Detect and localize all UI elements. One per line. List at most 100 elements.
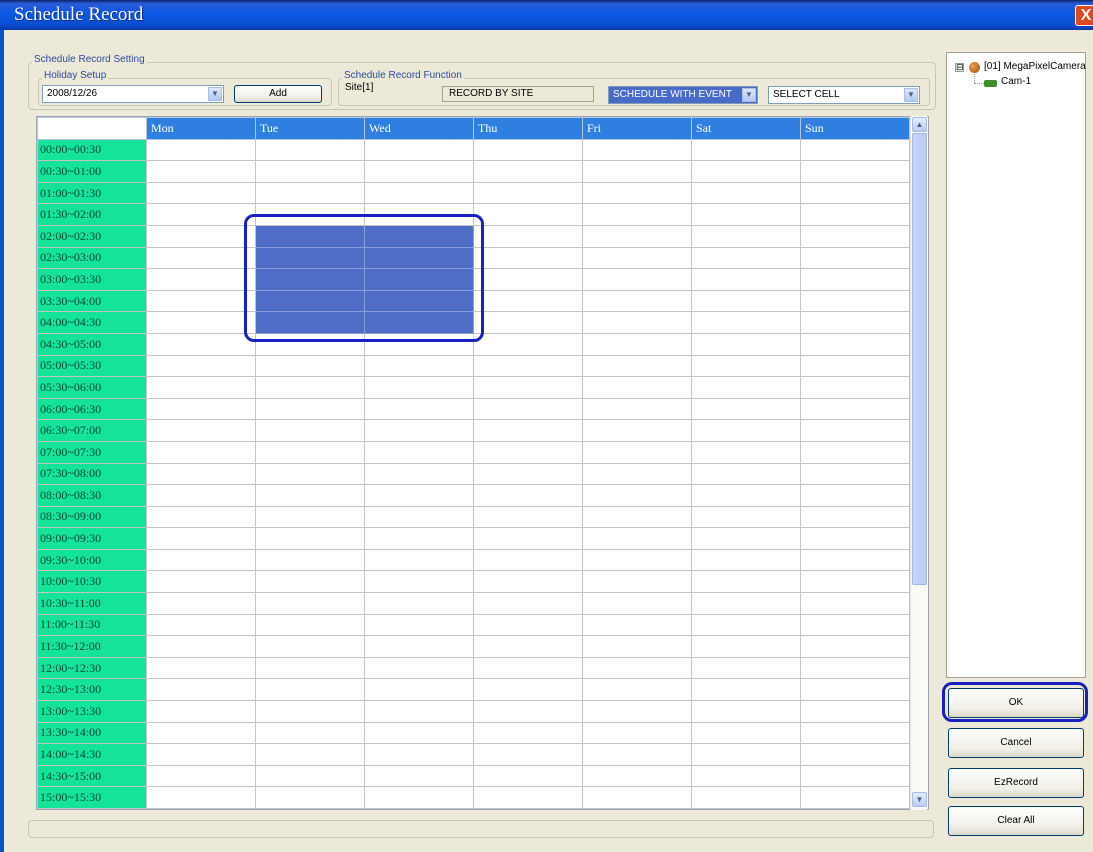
schedule-cell[interactable] bbox=[473, 376, 583, 399]
schedule-cell[interactable] bbox=[582, 786, 692, 809]
schedule-cell[interactable] bbox=[691, 764, 801, 788]
schedule-cell[interactable] bbox=[473, 440, 583, 464]
schedule-cell[interactable] bbox=[146, 570, 256, 594]
grid-vertical-scrollbar[interactable]: ▲ ▼ bbox=[910, 116, 927, 810]
schedule-mode-select[interactable]: SCHEDULE WITH EVENT ▼ bbox=[608, 86, 758, 104]
schedule-cell[interactable] bbox=[691, 397, 801, 421]
schedule-cell[interactable] bbox=[364, 613, 474, 637]
time-slot-label[interactable]: 08:30~09:00 bbox=[37, 505, 147, 529]
schedule-cell[interactable] bbox=[255, 764, 365, 788]
schedule-cell[interactable] bbox=[800, 570, 910, 594]
schedule-cell[interactable] bbox=[364, 656, 474, 680]
time-slot-label[interactable]: 10:30~11:00 bbox=[37, 592, 147, 615]
schedule-cell[interactable] bbox=[800, 440, 910, 464]
schedule-cell[interactable] bbox=[146, 613, 256, 637]
schedule-cell[interactable] bbox=[364, 462, 474, 486]
time-slot-label[interactable]: 13:00~13:30 bbox=[37, 700, 147, 723]
holiday-date-select[interactable]: 2008/12/26 ▼ bbox=[42, 85, 224, 103]
schedule-cell[interactable] bbox=[146, 462, 256, 486]
schedule-cell[interactable] bbox=[146, 332, 256, 356]
time-slot-label[interactable]: 12:30~13:00 bbox=[37, 678, 147, 702]
schedule-cell[interactable] bbox=[146, 246, 256, 270]
schedule-cell[interactable] bbox=[582, 592, 692, 615]
schedule-cell[interactable] bbox=[473, 268, 583, 291]
schedule-cell[interactable] bbox=[582, 138, 692, 162]
time-slot-label[interactable]: 01:30~02:00 bbox=[37, 203, 147, 226]
schedule-cell[interactable] bbox=[146, 160, 256, 183]
schedule-cell[interactable] bbox=[582, 203, 692, 226]
schedule-cell[interactable] bbox=[691, 224, 801, 248]
schedule-cell[interactable] bbox=[691, 505, 801, 529]
schedule-cell[interactable] bbox=[800, 224, 910, 248]
schedule-cell[interactable] bbox=[255, 786, 365, 809]
schedule-cell[interactable] bbox=[800, 311, 910, 334]
schedule-cell[interactable] bbox=[146, 592, 256, 615]
schedule-cell[interactable] bbox=[473, 311, 583, 334]
schedule-cell[interactable] bbox=[800, 203, 910, 226]
schedule-cell[interactable] bbox=[255, 700, 365, 723]
schedule-cell[interactable] bbox=[582, 224, 692, 248]
schedule-cell[interactable] bbox=[800, 764, 910, 788]
schedule-cell[interactable] bbox=[255, 138, 365, 162]
schedule-cell[interactable] bbox=[473, 527, 583, 550]
schedule-cell[interactable] bbox=[473, 635, 583, 658]
schedule-cell[interactable] bbox=[800, 289, 910, 313]
schedule-cell[interactable] bbox=[364, 764, 474, 788]
schedule-cell[interactable] bbox=[582, 181, 692, 205]
schedule-cell[interactable] bbox=[364, 678, 474, 702]
schedule-cell[interactable] bbox=[582, 527, 692, 550]
day-header-mon[interactable]: Mon bbox=[146, 117, 256, 140]
schedule-cell[interactable] bbox=[691, 440, 801, 464]
schedule-cell[interactable] bbox=[255, 440, 365, 464]
schedule-cell[interactable] bbox=[800, 613, 910, 637]
schedule-cell[interactable] bbox=[146, 721, 256, 745]
schedule-cell[interactable] bbox=[146, 224, 256, 248]
schedule-cell[interactable] bbox=[473, 570, 583, 594]
schedule-cell[interactable] bbox=[582, 354, 692, 378]
chevron-down-icon[interactable]: ▼ bbox=[742, 88, 756, 102]
schedule-cell[interactable] bbox=[691, 354, 801, 378]
schedule-cell[interactable] bbox=[800, 548, 910, 572]
schedule-cell[interactable] bbox=[800, 700, 910, 723]
time-slot-label[interactable]: 09:00~09:30 bbox=[37, 527, 147, 550]
schedule-cell[interactable] bbox=[146, 527, 256, 550]
schedule-cell[interactable] bbox=[800, 268, 910, 291]
schedule-cell[interactable] bbox=[255, 376, 365, 399]
camera-tree[interactable]: ⊟ [01] MegaPixelCamera Cam-1 bbox=[946, 52, 1086, 678]
day-header-wed[interactable]: Wed bbox=[364, 117, 474, 140]
time-slot-label[interactable]: 04:30~05:00 bbox=[37, 332, 147, 356]
scroll-up-button[interactable]: ▲ bbox=[912, 117, 927, 132]
schedule-cell[interactable] bbox=[364, 440, 474, 464]
schedule-cell[interactable] bbox=[800, 656, 910, 680]
schedule-cell[interactable] bbox=[146, 786, 256, 809]
schedule-cell[interactable] bbox=[255, 635, 365, 658]
time-slot-label[interactable]: 12:00~12:30 bbox=[37, 656, 147, 680]
schedule-cell[interactable] bbox=[800, 376, 910, 399]
schedule-cell[interactable] bbox=[800, 743, 910, 766]
schedule-cell[interactable] bbox=[691, 289, 801, 313]
cancel-button[interactable]: Cancel bbox=[948, 728, 1084, 758]
chevron-down-icon[interactable]: ▼ bbox=[904, 88, 918, 102]
schedule-cell[interactable] bbox=[691, 743, 801, 766]
schedule-cell[interactable] bbox=[255, 354, 365, 378]
schedule-cell[interactable] bbox=[473, 160, 583, 183]
schedule-cell[interactable] bbox=[691, 635, 801, 658]
time-slot-label[interactable]: 15:00~15:30 bbox=[37, 786, 147, 809]
day-header-tue[interactable]: Tue bbox=[255, 117, 365, 140]
schedule-cell[interactable] bbox=[255, 397, 365, 421]
schedule-cell[interactable] bbox=[255, 484, 365, 507]
schedule-cell[interactable] bbox=[473, 181, 583, 205]
schedule-cell[interactable] bbox=[146, 700, 256, 723]
schedule-cell[interactable] bbox=[255, 505, 365, 529]
schedule-cell[interactable] bbox=[800, 332, 910, 356]
time-slot-label[interactable]: 05:30~06:00 bbox=[37, 376, 147, 399]
schedule-cell[interactable] bbox=[146, 203, 256, 226]
schedule-cell[interactable] bbox=[364, 527, 474, 550]
schedule-cell[interactable] bbox=[800, 786, 910, 809]
add-holiday-button[interactable]: Add bbox=[234, 85, 322, 103]
schedule-cell[interactable] bbox=[473, 656, 583, 680]
schedule-cell[interactable] bbox=[364, 376, 474, 399]
schedule-cell[interactable] bbox=[255, 656, 365, 680]
clear-all-button[interactable]: Clear All bbox=[948, 806, 1084, 836]
schedule-cell[interactable] bbox=[800, 419, 910, 442]
